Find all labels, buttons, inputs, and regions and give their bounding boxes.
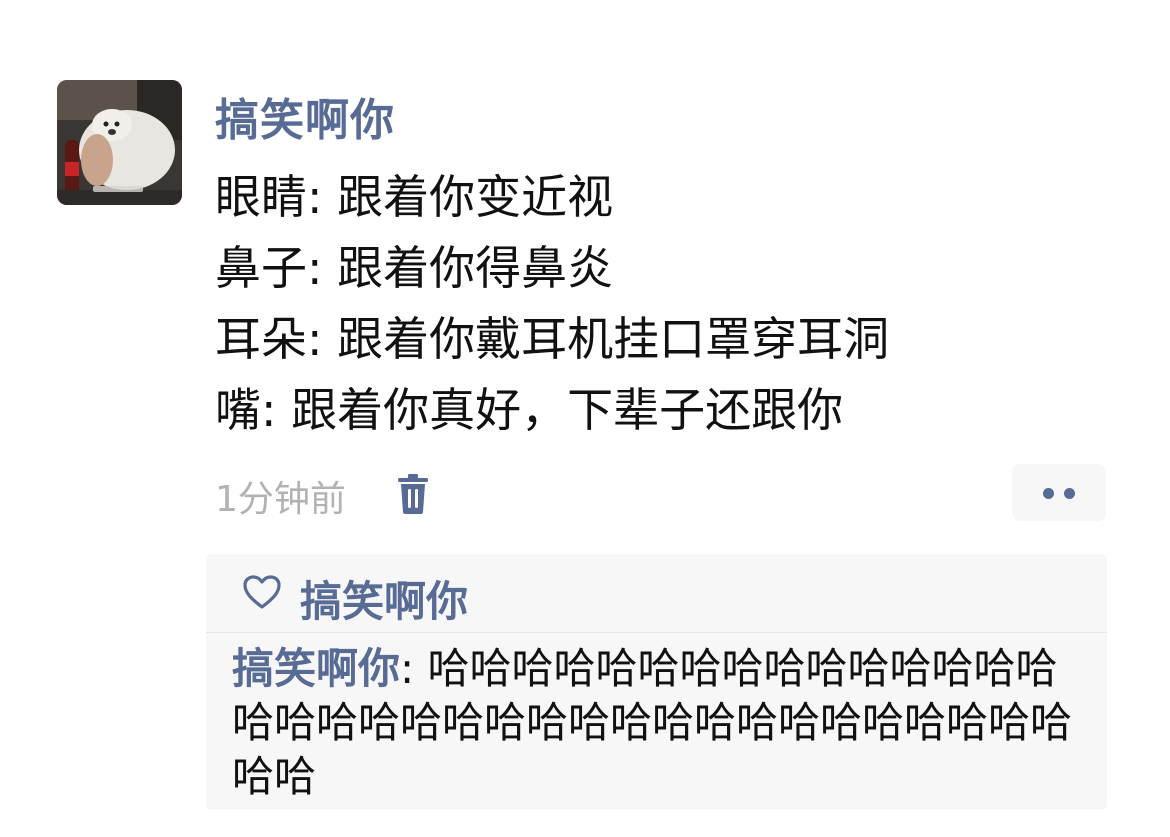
post-author-name[interactable]: 搞笑啊你	[215, 84, 395, 148]
more-dots-icon	[1043, 488, 1054, 499]
comment-item[interactable]: 搞笑啊你: 哈哈哈哈哈哈哈哈哈哈哈哈哈哈哈哈哈哈哈哈哈哈哈哈哈哈哈哈哈哈哈哈哈哈…	[232, 642, 1092, 804]
more-actions-button[interactable]	[1012, 464, 1106, 521]
likes-row: 搞笑啊你	[206, 554, 1107, 633]
interactions-panel: 搞笑啊你 搞笑啊你: 哈哈哈哈哈哈哈哈哈哈哈哈哈哈哈哈哈哈哈哈哈哈哈哈哈哈哈哈哈…	[206, 554, 1107, 810]
post-line: 嘴: 跟着你真好，下辈子还跟你	[215, 383, 844, 437]
post-content: 眼睛: 跟着你变近视 鼻子: 跟着你得鼻炎 耳朵: 跟着你戴耳机挂口罩穿耳洞 嘴…	[215, 162, 1095, 446]
post-line: 鼻子: 跟着你得鼻炎	[215, 241, 614, 295]
post-line: 耳朵: 跟着你戴耳机挂口罩穿耳洞	[215, 312, 890, 366]
comment-author[interactable]: 搞笑啊你	[232, 644, 400, 693]
comment-separator: :	[400, 644, 428, 693]
trash-icon	[398, 474, 428, 514]
avatar-image	[57, 80, 182, 205]
post-line: 眼睛: 跟着你变近视	[215, 170, 614, 224]
like-user-name[interactable]: 搞笑啊你	[300, 568, 468, 629]
more-dots-icon-dot	[1064, 488, 1075, 499]
avatar[interactable]	[57, 80, 182, 205]
post-timestamp: 1分钟前	[215, 479, 346, 520]
heart-outline-icon	[242, 574, 282, 610]
delete-button[interactable]	[396, 473, 430, 515]
